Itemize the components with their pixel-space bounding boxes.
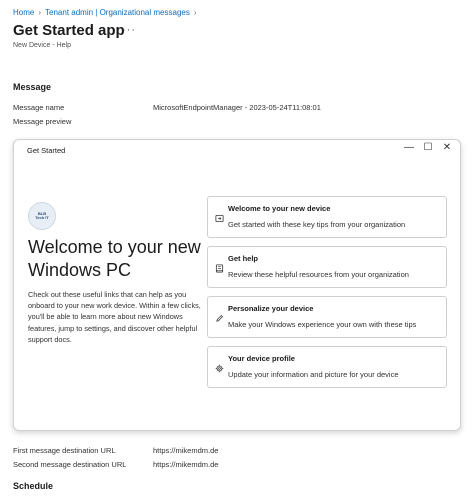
card-title: Get help <box>228 254 259 263</box>
close-icon[interactable]: ✕ <box>442 142 452 153</box>
card-personalize-device[interactable]: Personalize your device Make your Window… <box>207 296 447 338</box>
message-preview-row: Message preview <box>13 117 153 126</box>
first-destination-row: First message destination URL https://mi… <box>13 446 218 455</box>
second-destination-value[interactable]: https://mikemdm.de <box>153 460 218 469</box>
second-destination-label: Second message destination URL <box>13 460 127 469</box>
card-description: Make your Windows experience your own wi… <box>228 320 417 329</box>
first-destination-value[interactable]: https://mikemdm.de <box>153 446 218 455</box>
card-title: Welcome to your new device <box>228 204 331 213</box>
card-device-profile[interactable]: Your device profile Update your informat… <box>207 346 447 388</box>
message-name-label: Message name <box>13 103 65 112</box>
card-description: Update your information and picture for … <box>228 370 399 379</box>
card-title: Personalize your device <box>228 304 314 313</box>
breadcrumb-chevron-icon: › <box>193 8 197 17</box>
breadcrumb-home-link[interactable]: Home <box>13 8 34 17</box>
welcome-heading: Welcome to your new Windows PC <box>28 237 201 280</box>
breadcrumb-chevron-icon: › <box>38 8 42 17</box>
breadcrumb: Home › Tenant admin | Organizational mes… <box>13 8 197 17</box>
logo-text-0: Tech IT <box>35 215 49 220</box>
message-name-row: Message name MicrosoftEndpointManager - … <box>13 103 321 112</box>
card-description: Get started with these key tips from you… <box>228 220 406 229</box>
message-name-value: MicrosoftEndpointManager - 2023-05-24T11… <box>153 103 321 112</box>
page-subtitle: New Device - Help <box>13 42 71 49</box>
organization-logo: BLB Tech IT <box>28 202 56 230</box>
page-title: Get Started app <box>13 22 125 39</box>
second-destination-row: Second message destination URL https://m… <box>13 460 218 469</box>
breadcrumb-org-messages-link[interactable]: Tenant admin | Organizational messages <box>45 8 190 17</box>
welcome-body: Check out these useful links that can he… <box>28 290 201 344</box>
schedule-section-heading: Schedule <box>13 481 54 491</box>
new-device-icon <box>215 214 224 223</box>
gear-icon <box>215 364 224 373</box>
first-destination-label: First message destination URL <box>13 446 116 455</box>
message-preview-window: Get Started — ☐ ✕ BLB Tech IT Welcome to… <box>13 139 461 431</box>
minimize-icon[interactable]: — <box>404 142 414 153</box>
help-book-icon <box>215 264 224 273</box>
window-controls: — ☐ ✕ <box>404 142 452 153</box>
preview-window-title: Get Started <box>27 146 66 155</box>
message-preview-label: Message preview <box>13 117 72 126</box>
card-title: Your device profile <box>228 354 295 363</box>
pencil-icon <box>215 314 224 323</box>
maximize-icon[interactable]: ☐ <box>423 142 433 153</box>
card-get-help[interactable]: Get help Review these helpful resources … <box>207 246 447 288</box>
card-description: Review these helpful resources from your… <box>228 270 409 279</box>
message-section-heading: Message <box>13 82 52 92</box>
more-options-button[interactable]: ··· <box>122 24 136 36</box>
card-welcome-new-device[interactable]: Welcome to your new device Get started w… <box>207 196 447 238</box>
